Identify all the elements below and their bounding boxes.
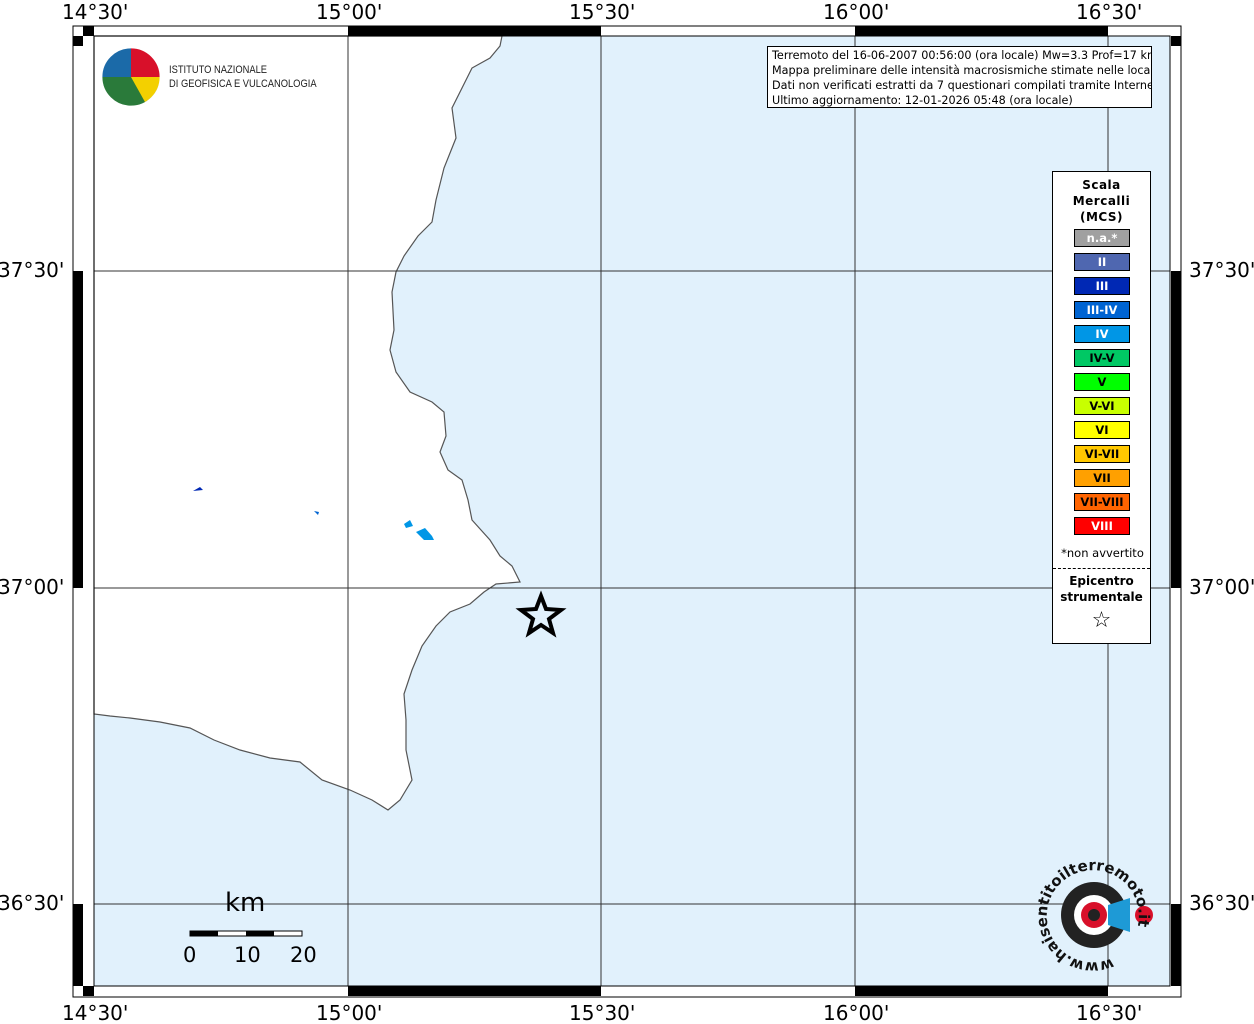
description-line: Mappa preliminare delle intensità macros… [772,64,1152,77]
lon-label-bottom: 15°30' [569,1001,636,1024]
legend-title-line: Mercalli [1072,194,1131,208]
legend-item-vii: VII [1074,469,1130,487]
data-source-line: Dati non verificati estratti da 7 questi… [772,79,1152,92]
ingv-line: ISTITUTO NAZIONALE [169,64,268,76]
epicenter-legend-star-icon: ☆ [1091,608,1112,633]
scale-label: 10 [234,943,261,967]
legend-item-viii: VIII [1074,517,1130,535]
scale-unit: km [225,888,266,918]
legend-item-vi-vii: VI-VII [1074,445,1130,463]
legend-title-line: (MCS) [1079,210,1124,224]
lat-label-right: 36°30' [1189,891,1254,915]
lon-label-top: 15°00' [316,0,383,24]
legend-item-n-a: n.a.* [1074,229,1130,247]
mcs-legend: Scala Mercalli (MCS) n.a.* II III III-IV IV I… [1052,171,1151,644]
epicenter-label-line: strumentale [1060,590,1143,604]
legend-item-vi: VI [1074,421,1130,439]
epicenter-label: Epicentro strumentale [1053,573,1150,605]
macroseismic-map: www.haisentitoilterremoto.it 14°30' 15°0… [0,0,1254,1024]
scale-label: 20 [290,943,317,967]
lon-label-top: 16°00' [823,0,890,24]
legend-item-iii-iv: III-IV [1074,301,1130,319]
update-line: Ultimo aggiornamento: 12-01-2026 05:48 (… [772,94,1073,107]
lat-label-right: 37°00' [1189,575,1254,599]
lon-label-top: 15°30' [569,0,636,24]
legend-item-v: V [1074,373,1130,391]
scale-label: 0 [183,943,197,967]
scale-bar [189,930,303,937]
lon-label-top: 16°30' [1076,0,1143,24]
legend-title-line: Scala [1082,178,1121,192]
lat-label-right: 37°30' [1189,258,1254,282]
lat-label-left: 37°00' [0,575,65,599]
legend-item-iv-v: IV-V [1074,349,1130,367]
lat-label-left: 36°30' [0,891,65,915]
legend-item-v-vi: V-VI [1074,397,1130,415]
epicenter-label-line: Epicentro [1069,574,1134,588]
lon-label-top: 14°30' [62,0,129,24]
lat-label-left: 37°30' [0,258,65,282]
ingv-logo-icon [101,47,161,107]
ingv-line: DI GEOFISICA E VULCANOLOGIA [169,78,317,90]
na-note: *non avvertito [1061,546,1144,560]
legend-divider [1053,568,1150,569]
lon-label-bottom: 16°00' [823,1001,890,1024]
legend-item-vii-viii: VII-VIII [1074,493,1130,511]
legend-item-iv: IV [1074,325,1130,343]
event-line: Terremoto del 16-06-2007 00:56:00 (ora l… [772,49,1152,62]
legend-item-iii: III [1074,277,1130,295]
ingv-logo-text: ISTITUTO NAZIONALE DI GEOFISICA E VULCAN… [169,63,317,91]
lon-label-bottom: 14°30' [62,1001,129,1024]
lon-label-bottom: 16°30' [1076,1001,1143,1024]
legend-title: Scala Mercalli (MCS) [1053,177,1150,225]
event-info-box: Terremoto del 16-06-2007 00:56:00 (ora l… [767,46,1152,108]
lon-label-bottom: 15°00' [316,1001,383,1024]
legend-item-ii: II [1074,253,1130,271]
